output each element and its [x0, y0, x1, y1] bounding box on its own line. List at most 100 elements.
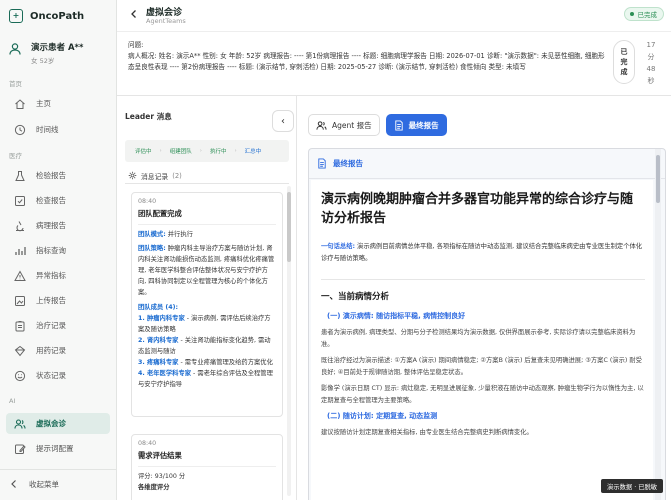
tab-final-report[interactable]: 最终报告	[385, 114, 447, 136]
sidebar: + OncoPath 演示患者 A** 女 52岁 首页 主页 时间线 医疗 检…	[0, 0, 117, 500]
leader-panel-title: Leader 消息	[125, 112, 172, 121]
team-member-1: 1. 肿瘤内科专家 - 演示病例, 需评估后续治疗方案及随访策略	[138, 315, 271, 333]
step-summarizing: 汇总中	[244, 149, 262, 155]
patient-switcher[interactable]: 演示患者 A** 女 52岁	[9, 41, 83, 65]
report-paragraph: 建议按随访计划定期复查相关指标, 由专业医生结合完整病史判断病情变化。	[321, 429, 533, 436]
demo-data-badge: 演示数据 · 已脱敏	[601, 479, 664, 493]
edit-icon	[14, 443, 26, 455]
sidebar-item-abnormal-indicators[interactable]: 异常指标	[6, 265, 110, 286]
upload-icon	[14, 295, 26, 307]
dimension-scores-label: 各维度评分	[138, 484, 170, 491]
divider	[321, 279, 645, 280]
sidebar-item-exam-reports[interactable]: 检查报告	[6, 190, 110, 211]
back-button[interactable]	[127, 7, 141, 21]
report-summary: 一句话总结: 演示病例目前病情总体平稳, 各项指标在随访中动态监测, 建议结合完…	[321, 243, 643, 262]
pill-icon	[14, 345, 26, 357]
status-badge: 已完成	[623, 7, 664, 21]
arrow-right-icon: ›	[199, 148, 202, 154]
sidebar-item-upload-report[interactable]: 上传报告	[6, 290, 110, 311]
report-header: 最终报告	[309, 149, 665, 179]
sidebar-item-label: 治疗记录	[36, 321, 66, 330]
sidebar-item-label: 时间线	[36, 125, 59, 134]
report-paragraph: 患者为演示病例, 病理类型、分期与分子检测结果均为演示数据, 仅供界面展示参考,…	[321, 329, 636, 348]
sidebar-item-label: 异常指标	[36, 271, 66, 280]
section-heading: 一、当前病情分析	[321, 292, 390, 302]
sidebar-item-medication-records[interactable]: 用药记录	[6, 340, 110, 361]
chevron-left-icon	[8, 478, 20, 490]
flask-icon	[14, 170, 26, 182]
collapse-leader-button[interactable]: ‹	[272, 110, 294, 132]
patient-overview: 病人概况: 姓名: 演示A** 性别: 女 年龄: 52岁 病理报告: ----…	[128, 52, 605, 71]
team-strategy: 团队策略: 肿瘤内科主导治疗方案与随访计划, 肾内科关注肾功能损伤动态监测, 疼…	[138, 245, 275, 296]
patient-info: 女 52岁	[31, 57, 55, 65]
step-executing: 执行中	[209, 149, 227, 155]
progress-steps: 评估中 › 组建团队 › 执行中 › 汇总中	[125, 140, 289, 162]
section-label-home: 首页	[9, 80, 22, 88]
patient-name: 演示患者 A**	[31, 43, 84, 53]
sidebar-item-virtual-consultation[interactable]: 虚拟会诊	[6, 413, 110, 434]
sidebar-item-pathology-reports[interactable]: 病理报告	[6, 215, 110, 236]
chart-icon	[14, 245, 26, 257]
sidebar-item-label: 提示词配置	[36, 444, 74, 453]
sidebar-item-label: 检验报告	[36, 171, 66, 180]
clipboard-icon	[14, 320, 26, 332]
divider	[138, 466, 276, 467]
scrollbar-thumb[interactable]	[287, 192, 291, 262]
alert-icon	[14, 269, 26, 282]
step-assess: 评估中	[135, 149, 152, 155]
leader-panel: Leader 消息 ‹ 评估中 › 组建团队 › 执行中 › 汇总中 消息记录 …	[117, 96, 297, 500]
messages-count: (2)	[172, 171, 182, 180]
sidebar-item-label: 虚拟会诊	[36, 419, 66, 428]
final-report-panel: 最终报告 演示病例晚期肿瘤合并多器官功能异常的综合诊疗与随访分析报告 一句话总结…	[308, 148, 666, 500]
status-badge-label: 已完成	[637, 11, 658, 19]
message-time: 08:40	[138, 440, 157, 447]
team-member-3: 3. 疼痛科专家 - 需专业疼痛管理及给药方案优化	[138, 359, 273, 366]
sidebar-item-home[interactable]: 主页	[6, 93, 110, 114]
team-icon	[14, 418, 26, 430]
report-header-label: 最终报告	[333, 159, 363, 168]
status-dot-icon	[629, 12, 634, 16]
chevron-left-icon: ‹	[281, 115, 285, 127]
brand-name: OncoPath	[30, 10, 85, 22]
brand[interactable]: + OncoPath	[9, 9, 84, 23]
users-icon	[316, 120, 327, 131]
step-build-team: 组建团队	[169, 149, 192, 155]
gear-icon	[128, 171, 137, 180]
subsection-heading: (一) 演示病情: 随访指标平稳, 病情控制良好	[327, 312, 466, 320]
subsection-heading: (二) 随访计划: 定期复查, 动态监测	[327, 412, 438, 420]
collapse-menu-label: 收起菜单	[29, 479, 59, 489]
smile-icon	[14, 370, 26, 382]
sidebar-item-indicator-query[interactable]: 指标查询	[6, 240, 110, 261]
sidebar-item-treatment-records[interactable]: 治疗记录	[6, 315, 110, 336]
tab-agent-report[interactable]: Agent 报告	[308, 114, 380, 136]
brand-logo-icon: +	[9, 9, 23, 23]
sidebar-item-status-records[interactable]: 状态记录	[6, 365, 110, 386]
message-card[interactable]: 08:40 团队配置完成 团队模式: 并行执行 团队策略: 肿瘤内科主导治疗方案…	[131, 192, 283, 417]
collapse-menu-button[interactable]: 收起菜单	[8, 478, 59, 490]
team-members-label: 团队成员 (4):	[138, 304, 179, 311]
leader-scrollbar[interactable]	[287, 186, 291, 496]
report-paragraph: 影像学 (演示日期 CT) 显示: 病灶稳定, 无明显进展征象, 少量积液在随访…	[321, 385, 644, 404]
sidebar-item-lab-reports[interactable]: 检验报告	[6, 165, 110, 186]
report-tabs: Agent 报告 最终报告	[308, 114, 453, 136]
message-card[interactable]: 08:40 需求评估结果 评分: 93/100 分 各维度评分	[131, 434, 283, 500]
sidebar-divider	[0, 469, 117, 470]
scan-icon	[14, 195, 26, 207]
sidebar-item-label: 上传报告	[36, 296, 66, 305]
sidebar-item-prompt-config[interactable]: 提示词配置	[6, 438, 110, 459]
report-title: 演示病例晚期肿瘤合并多器官功能异常的综合诊疗与随访分析报告	[321, 192, 634, 226]
report-document: 演示病例晚期肿瘤合并多器官功能异常的综合诊疗与随访分析报告 一句话总结: 演示病…	[311, 180, 653, 500]
question-text: 问题: 病人概况: 姓名: 演示A** 性别: 女 年龄: 52岁 病理报告: …	[128, 40, 608, 73]
report-paragraph: 既往治疗经过为演示描述: ①方案A (演示) 期间病情稳定; ②方案B (演示)…	[321, 357, 642, 376]
sidebar-item-label: 主页	[36, 99, 51, 108]
message-time: 08:40	[138, 198, 157, 205]
divider	[138, 224, 276, 225]
message-title: 团队配置完成	[138, 209, 182, 218]
scrollbar-thumb[interactable]	[656, 155, 660, 203]
messages-header[interactable]: 消息记录 (2)	[125, 168, 289, 184]
arrow-right-icon: ›	[159, 148, 162, 154]
sidebar-item-label: 指标查询	[36, 246, 66, 255]
sidebar-item-timeline[interactable]: 时间线	[6, 119, 110, 140]
report-scrollbar[interactable]	[655, 149, 661, 500]
tab-label: Agent 报告	[332, 120, 372, 130]
